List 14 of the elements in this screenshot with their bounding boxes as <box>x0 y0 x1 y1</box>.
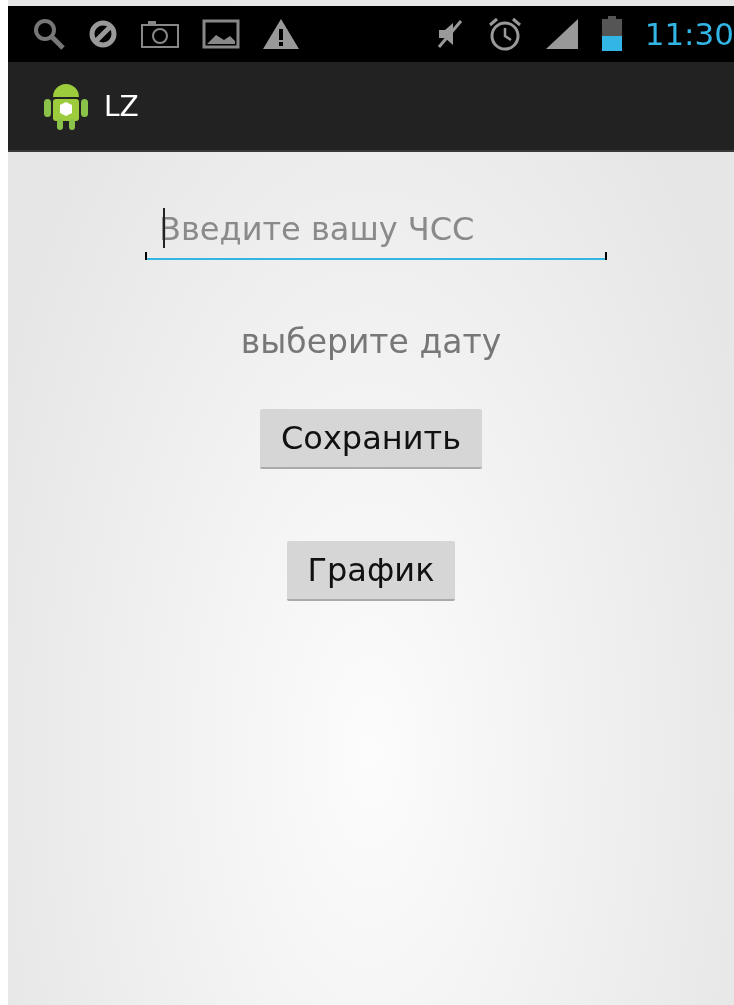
battery-icon <box>600 16 623 52</box>
signal-icon <box>544 18 579 50</box>
alarm-clock-icon <box>486 17 523 51</box>
app-title: LZ <box>104 89 139 123</box>
warning-icon <box>262 18 300 50</box>
camera-icon <box>140 19 180 49</box>
chart-button[interactable]: График <box>286 541 456 601</box>
date-picker-label[interactable]: выберите дату <box>240 322 502 361</box>
search-icon <box>32 17 66 51</box>
save-button[interactable]: Сохранить <box>260 409 482 469</box>
image-icon <box>202 19 240 49</box>
status-time: 11:30 <box>644 16 734 52</box>
blocked-icon <box>88 19 118 49</box>
android-robot-icon <box>44 81 88 131</box>
